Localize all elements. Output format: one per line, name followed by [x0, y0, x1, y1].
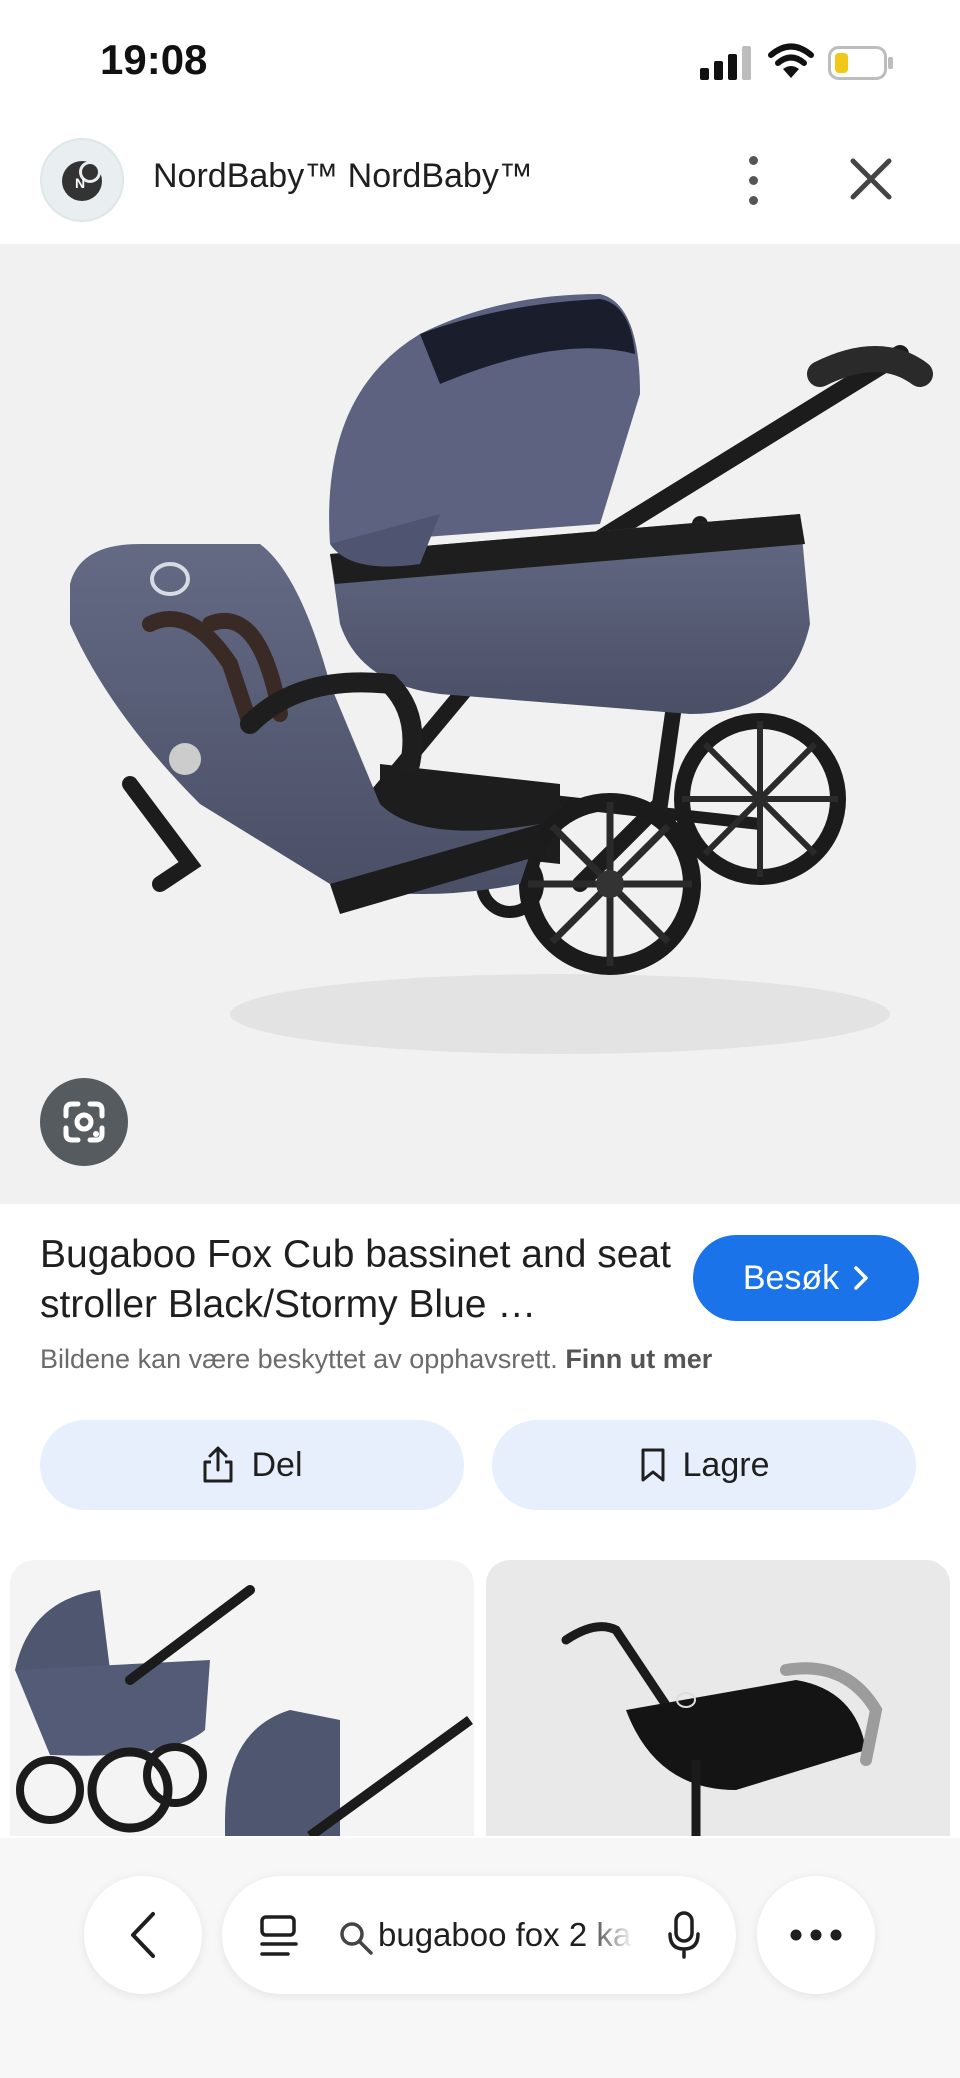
google-lens-icon[interactable] [40, 1078, 128, 1166]
bookmark-icon [641, 1448, 665, 1482]
save-button[interactable]: Lagre [492, 1420, 916, 1510]
search-icon [340, 1922, 373, 1955]
result-title[interactable]: Bugaboo Fox Cub bassinet and seat stroll… [40, 1230, 680, 1330]
microphone-icon[interactable] [666, 1910, 702, 1960]
learn-more-link[interactable]: Finn ut mer [565, 1344, 712, 1374]
site-name[interactable]: NordBaby™ NordBaby™ [153, 157, 533, 196]
close-icon[interactable] [845, 153, 897, 205]
more-menu-button[interactable] [757, 1876, 875, 1994]
signal-icon [700, 46, 751, 80]
related-image-1[interactable] [10, 1560, 474, 1836]
chevron-left-icon [131, 1912, 155, 1958]
ellipsis-icon [790, 1929, 842, 1941]
wifi-icon [768, 43, 814, 78]
save-label: Lagre [682, 1445, 770, 1484]
copyright-notice: Bildene kan være beskyttet av opphavsret… [40, 1344, 712, 1375]
svg-text:N: N [75, 175, 85, 191]
product-image[interactable] [0, 244, 960, 1204]
tabs-icon[interactable] [258, 1914, 300, 1958]
visit-button-label: Besøk [742, 1258, 840, 1297]
chevron-right-icon [854, 1266, 868, 1290]
related-image-2[interactable] [486, 1560, 950, 1836]
battery-icon [828, 46, 893, 80]
copyright-text: Bildene kan være beskyttet av opphavsret… [40, 1344, 558, 1374]
search-query[interactable]: bugaboo fox 2 ka [378, 1916, 634, 1954]
status-time: 19:08 [100, 36, 208, 83]
site-favicon-icon[interactable]: N [40, 138, 124, 222]
share-icon [203, 1446, 233, 1483]
visit-button[interactable]: Besøk [693, 1235, 919, 1321]
share-label: Del [251, 1445, 303, 1484]
share-button[interactable]: Del [40, 1420, 464, 1510]
more-options-icon[interactable] [738, 150, 768, 210]
back-button[interactable] [84, 1876, 202, 1994]
